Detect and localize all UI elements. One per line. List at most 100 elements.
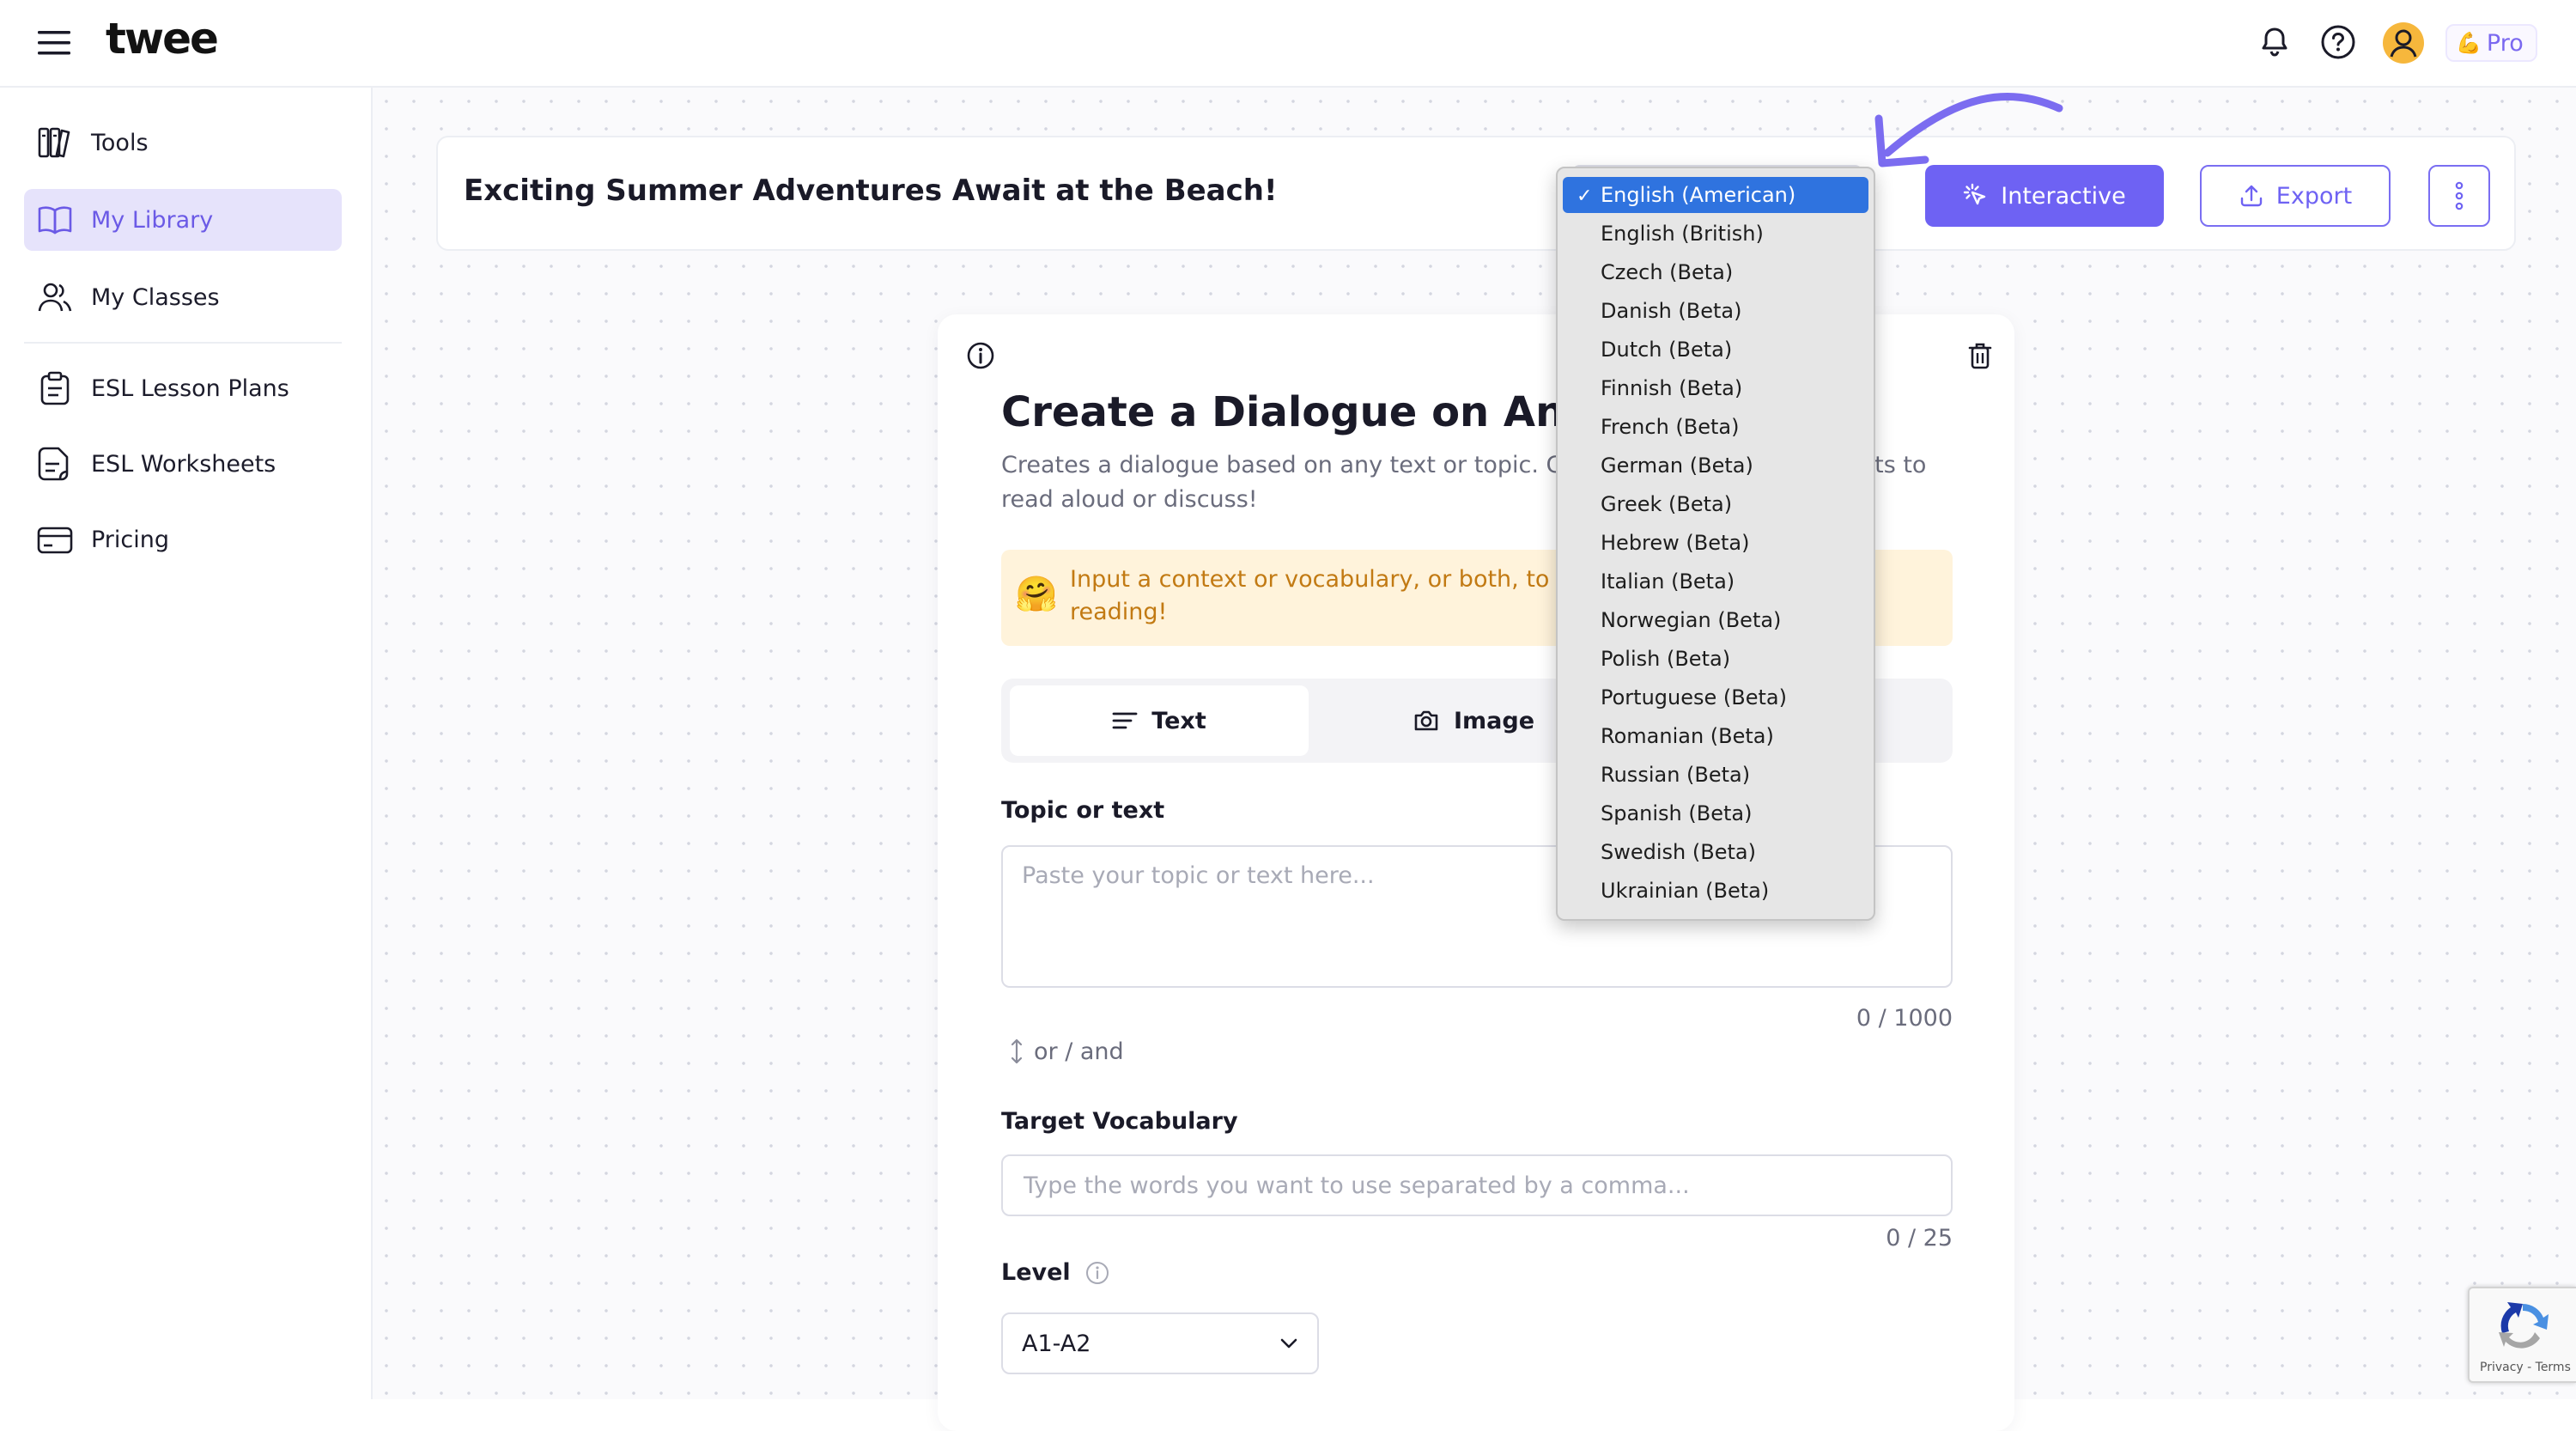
hugging-face-icon: 🤗 — [1015, 575, 1058, 614]
flexed-biceps-icon: 💪 — [2456, 31, 2482, 55]
language-option-greek[interactable]: Greek (Beta) — [1563, 486, 1868, 522]
language-option-label: Norwegian (Beta) — [1601, 608, 1782, 632]
sidebar-item-pricing[interactable]: Pricing — [24, 508, 342, 570]
twee-logo[interactable]: twee — [106, 14, 219, 64]
trash-icon[interactable] — [1966, 340, 1994, 371]
sidebar-item-esl-worksheets[interactable]: ESL Worksheets — [24, 433, 342, 495]
language-option-french[interactable]: French (Beta) — [1563, 409, 1868, 445]
help-icon[interactable] — [2318, 22, 2358, 62]
tools-icon — [38, 127, 70, 158]
language-option-ukrainian[interactable]: Ukrainian (Beta) — [1563, 873, 1868, 909]
language-option-label: Portuguese (Beta) — [1601, 685, 1787, 709]
camera-icon — [1414, 710, 1438, 731]
level-value: A1-A2 — [1022, 1330, 1091, 1357]
chevron-down-icon — [1280, 1338, 1297, 1349]
language-option-dutch[interactable]: Dutch (Beta) — [1563, 332, 1868, 368]
language-option-label: Spanish (Beta) — [1601, 801, 1753, 825]
language-option-danish[interactable]: Danish (Beta) — [1563, 293, 1868, 329]
language-option-italian[interactable]: Italian (Beta) — [1563, 563, 1868, 600]
document-header-card: Exciting Summer Adventures Await at the … — [436, 136, 2516, 251]
sidebar-item-tools[interactable]: Tools — [24, 112, 342, 174]
language-option-czech[interactable]: Czech (Beta) — [1563, 254, 1868, 290]
language-option-norwegian[interactable]: Norwegian (Beta) — [1563, 602, 1868, 638]
recaptcha-icon — [2499, 1302, 2549, 1349]
vocab-placeholder: Type the words you want to use separated… — [1024, 1172, 1690, 1199]
interactive-label: Interactive — [2001, 182, 2126, 210]
language-option-label: German (Beta) — [1601, 454, 1753, 478]
language-option-label: Finnish (Beta) — [1601, 376, 1743, 400]
language-option-romanian[interactable]: Romanian (Beta) — [1563, 718, 1868, 754]
info-icon[interactable] — [965, 340, 996, 371]
level-label: Level — [1001, 1259, 1071, 1286]
language-option-german[interactable]: German (Beta) — [1563, 448, 1868, 484]
upload-icon — [2240, 185, 2262, 207]
language-option-finnish[interactable]: Finnish (Beta) — [1563, 370, 1868, 406]
export-label: Export — [2275, 182, 2353, 210]
hamburger-menu-icon[interactable] — [36, 27, 76, 58]
sidebar-item-label: Tools — [91, 129, 149, 156]
pro-label: Pro — [2486, 29, 2524, 57]
tab-text[interactable]: Text — [1010, 685, 1309, 756]
language-option-label: English (American) — [1601, 183, 1796, 207]
language-option-russian[interactable]: Russian (Beta) — [1563, 757, 1868, 793]
language-option-label: Ukrainian (Beta) — [1601, 879, 1770, 903]
users-icon — [38, 283, 72, 312]
annotation-arrow-icon — [1874, 92, 2063, 167]
tab-label: Image — [1453, 707, 1535, 734]
clipboard-icon — [40, 371, 70, 405]
language-option-label: Polish (Beta) — [1601, 647, 1731, 671]
document-title[interactable]: Exciting Summer Adventures Await at the … — [464, 174, 1277, 208]
credit-card-icon — [37, 527, 73, 554]
vocab-input[interactable]: Type the words you want to use separated… — [1001, 1154, 1953, 1216]
language-option-label: Romanian (Beta) — [1601, 724, 1774, 748]
sidebar-item-esl-lesson-plans[interactable]: ESL Lesson Plans — [24, 357, 342, 419]
language-option-english-british[interactable]: English (British) — [1563, 216, 1868, 252]
language-option-english-american[interactable]: ✓ English (American) — [1563, 177, 1868, 213]
vertical-dots-icon — [2455, 181, 2464, 210]
book-icon — [38, 206, 72, 234]
bell-icon[interactable] — [2255, 22, 2294, 62]
hint-text-line2: reading! — [1070, 599, 1168, 625]
language-option-label: English (British) — [1601, 222, 1764, 246]
language-option-polish[interactable]: Polish (Beta) — [1563, 641, 1868, 677]
language-option-portuguese[interactable]: Portuguese (Beta) — [1563, 679, 1868, 716]
sidebar: Tools My Library My Classes ESL Lesson P… — [0, 88, 373, 1399]
info-circle-icon[interactable] — [1084, 1260, 1110, 1286]
export-button[interactable]: Export — [2200, 165, 2391, 227]
pro-badge[interactable]: 💪 Pro — [2445, 24, 2537, 62]
tool-description-line2: read aloud or discuss! — [1001, 486, 1258, 513]
sparkle-cursor-icon — [1964, 183, 1986, 205]
or-and-separator: or / and — [1010, 1038, 1124, 1065]
topic-label: Topic or text — [1001, 797, 1165, 824]
top-bar: twee 💪 Pro — [0, 0, 2576, 88]
sidebar-item-my-library[interactable]: My Library — [24, 189, 342, 251]
language-option-label: Greek (Beta) — [1601, 492, 1733, 516]
language-option-label: Hebrew (Beta) — [1601, 531, 1750, 555]
user-avatar-icon[interactable] — [2383, 22, 2424, 64]
level-label-row: Level — [1001, 1259, 1110, 1286]
worksheet-icon — [38, 447, 69, 481]
language-option-spanish[interactable]: Spanish (Beta) — [1563, 795, 1868, 831]
sidebar-item-label: Pricing — [91, 526, 170, 553]
up-down-arrow-icon — [1011, 1038, 1023, 1064]
language-option-label: Russian (Beta) — [1601, 763, 1751, 787]
tab-label: Text — [1151, 707, 1206, 734]
language-option-label: Dutch (Beta) — [1601, 338, 1733, 362]
language-option-hebrew[interactable]: Hebrew (Beta) — [1563, 525, 1868, 561]
level-select[interactable]: A1-A2 — [1001, 1312, 1319, 1374]
text-lines-icon — [1112, 712, 1138, 729]
language-option-label: Czech (Beta) — [1601, 260, 1734, 284]
tool-description-line1: Creates a dialogue based on any text or … — [1001, 452, 1584, 478]
language-option-swedish[interactable]: Swedish (Beta) — [1563, 834, 1868, 870]
topic-placeholder: Paste your topic or text here... — [1022, 862, 1375, 889]
language-dropdown-menu: ✓ English (American) English (British) C… — [1556, 167, 1875, 921]
more-options-button[interactable] — [2428, 165, 2490, 227]
language-option-label: Danish (Beta) — [1601, 299, 1742, 323]
topic-char-counter: 0 / 1000 — [1856, 1005, 1953, 1032]
recaptcha-badge[interactable]: Privacy - Terms — [2468, 1287, 2576, 1383]
checkmark-icon: ✓ — [1577, 186, 1593, 207]
vocab-label: Target Vocabulary — [1001, 1108, 1238, 1135]
sidebar-item-my-classes[interactable]: My Classes — [24, 266, 342, 328]
language-option-label: Italian (Beta) — [1601, 569, 1735, 594]
recaptcha-links[interactable]: Privacy - Terms — [2480, 1361, 2571, 1374]
